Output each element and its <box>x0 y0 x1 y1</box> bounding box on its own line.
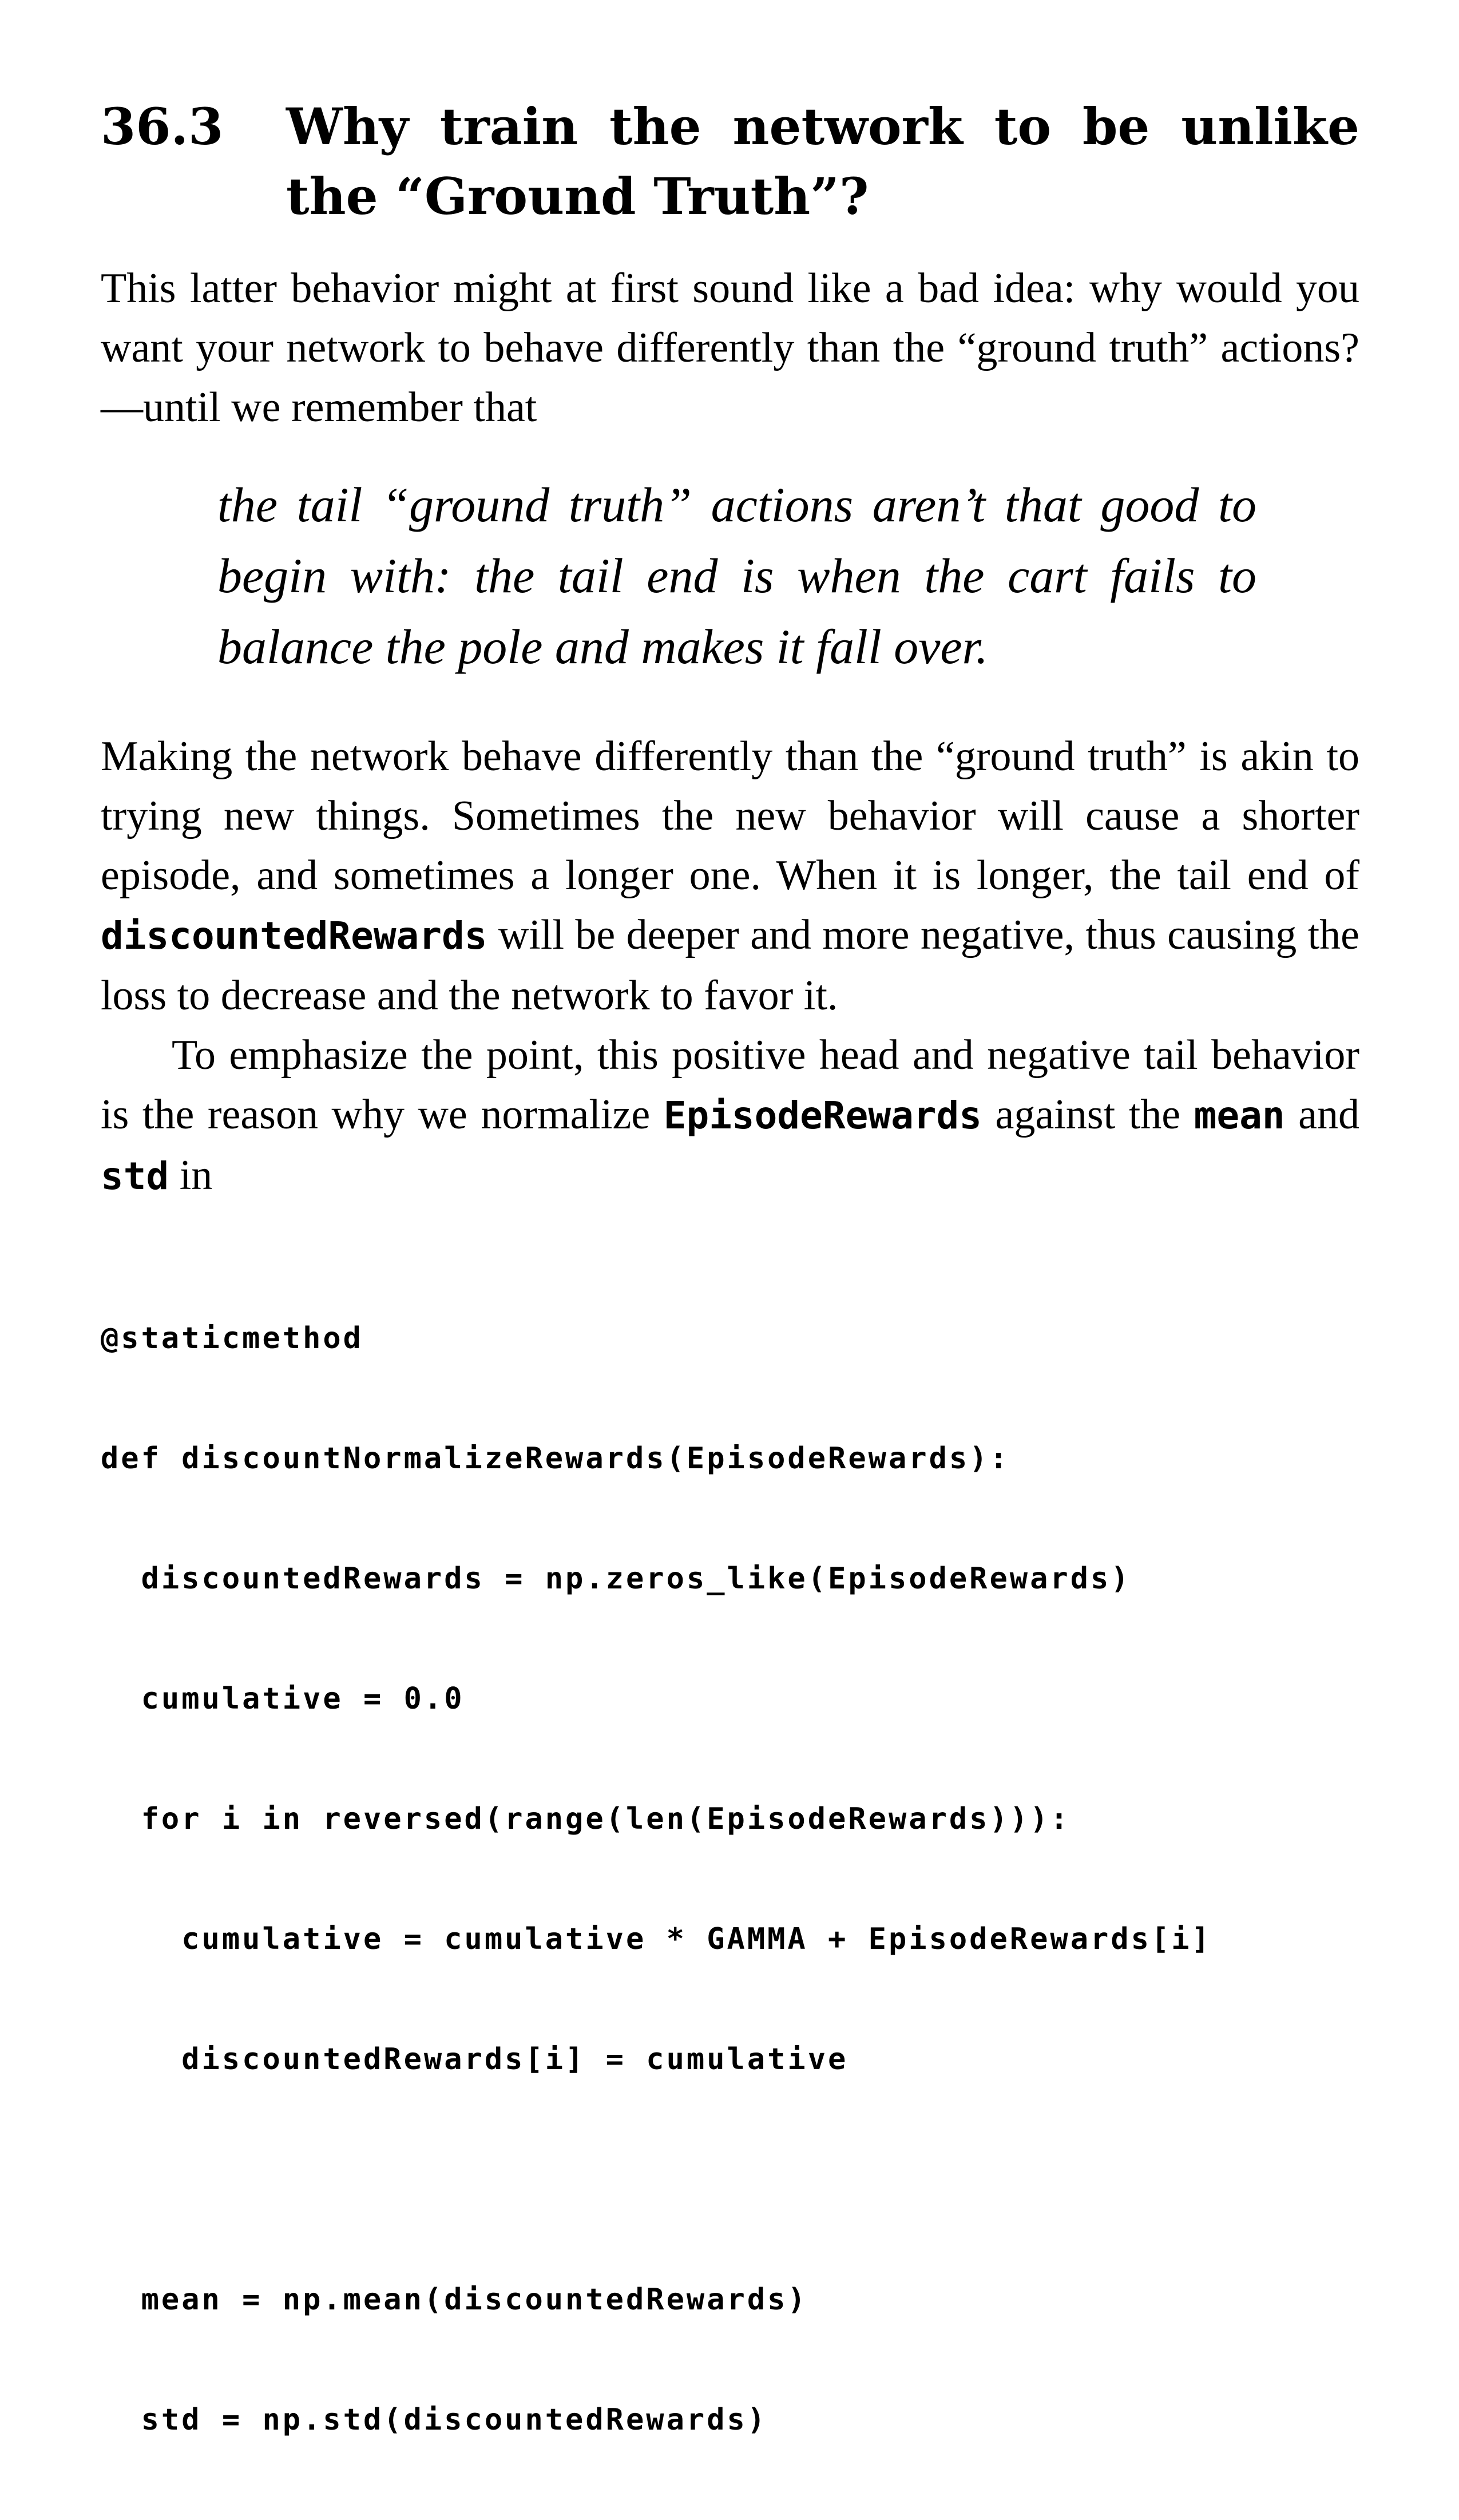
code-listing: @staticmethod def discountNormalizeRewar… <box>101 1238 1359 2520</box>
paragraph-text: in <box>169 1152 213 1199</box>
code-line: @staticmethod <box>101 1321 363 1356</box>
inline-code: discountedRewards <box>101 914 487 958</box>
section-number: 36.3 <box>101 97 224 156</box>
code-line: std = np.std(discountedRewards) <box>101 2403 768 2437</box>
code-line: cumulative = cumulative * GAMMA + Episod… <box>101 1922 1212 1956</box>
paragraph-text: and <box>1284 1091 1359 1138</box>
code-line: mean = np.mean(discountedRewards) <box>101 2283 808 2317</box>
emphasized-quote: the tail “ground truth” actions aren’t t… <box>217 477 1256 674</box>
section-title: Why train the network to be unlike the “… <box>286 97 1359 226</box>
inline-code: std <box>101 1154 169 1198</box>
paragraph-text: Making the network behave differently th… <box>101 733 1359 899</box>
code-line: cumulative = 0.0 <box>101 1682 465 1716</box>
code-line: discountedRewards[i] = cumulative <box>101 2042 849 2077</box>
code-line: for i in reversed(range(len(EpisodeRewar… <box>101 1802 1071 1836</box>
code-line: discountedRewards = np.zeros_like(Episod… <box>101 1562 1131 1596</box>
inline-code: mean <box>1194 1093 1285 1138</box>
section-heading: 36.3 Why train the network to be unlike … <box>101 92 1359 231</box>
paragraph-ground-truth: Making the network behave differently th… <box>101 727 1359 1025</box>
code-line: def discountNormalizeRewards(EpisodeRewa… <box>101 1441 1010 1476</box>
paragraph-normalize: To emphasize the point, this positive he… <box>101 1025 1359 1206</box>
inline-code: EpisodeRewards <box>663 1093 982 1138</box>
paragraph-text: against the <box>982 1091 1194 1138</box>
document-page: 36.3 Why train the network to be unlike … <box>101 92 1359 2520</box>
paragraph-intro: This latter behavior might at first soun… <box>101 265 1359 431</box>
